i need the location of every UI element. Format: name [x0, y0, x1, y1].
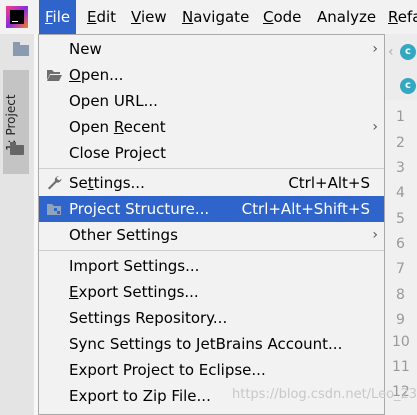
folder-icon	[10, 142, 24, 155]
menu-item-label: Export Project to Eclipse...	[69, 361, 266, 379]
line-number: 8	[396, 287, 405, 303]
menu-analyze[interactable]: Analyze	[311, 0, 382, 34]
file-menu-dropdown: New › Open... Open URL... Open Recent › …	[38, 34, 385, 415]
menu-item-label: New	[69, 40, 102, 58]
line-number: 9	[396, 312, 405, 328]
watermark-text: https://blog.csdn.net/Leo_2330	[232, 387, 417, 402]
menu-item-open[interactable]: Open...	[39, 62, 384, 88]
menu-item-export-settings[interactable]: Export Settings...	[39, 279, 384, 305]
menu-navigate[interactable]: Navigate	[176, 0, 255, 34]
menu-code[interactable]: Code	[257, 0, 307, 34]
menu-item-import-settings[interactable]: Import Settings...	[39, 253, 384, 279]
class-file-icon[interactable]: c	[400, 44, 416, 60]
line-number: 6	[396, 236, 405, 252]
menu-item-close-project[interactable]: Close Project	[39, 140, 384, 166]
menu-edit[interactable]: Edit	[81, 0, 122, 34]
menu-item-shortcut: Ctrl+Alt+S	[288, 174, 370, 192]
menu-item-label: Other Settings	[69, 226, 178, 244]
menu-item-label: Import Settings...	[69, 257, 200, 275]
wrench-icon	[48, 175, 62, 190]
line-number: 7	[396, 261, 405, 277]
menu-item-label: Export to Zip File...	[69, 387, 211, 405]
class-file-icon[interactable]: c	[400, 78, 416, 94]
project-structure-icon	[47, 204, 61, 215]
menu-item-label: Settings Repository...	[69, 309, 228, 327]
menu-item-label: Open Recent	[69, 118, 166, 136]
line-number: 5	[396, 211, 405, 227]
menu-item-label: Settings...	[69, 174, 145, 192]
menu-item-label: Open URL...	[69, 92, 158, 110]
submenu-arrow-icon: ›	[372, 41, 378, 57]
menu-item-open-url[interactable]: Open URL...	[39, 88, 384, 114]
chevron-left-icon[interactable]: ‹	[388, 44, 394, 60]
menu-item-settings[interactable]: Settings... Ctrl+Alt+S	[39, 170, 384, 196]
line-number: 2	[396, 135, 405, 151]
menu-separator	[39, 168, 384, 169]
project-folder-icon[interactable]	[13, 42, 29, 56]
menu-item-other-settings[interactable]: Other Settings ›	[39, 222, 384, 248]
menu-view[interactable]: View	[125, 0, 173, 34]
line-number: 4	[396, 185, 405, 201]
menu-item-export-project-eclipse[interactable]: Export Project to Eclipse...	[39, 357, 384, 383]
menu-separator	[39, 250, 384, 251]
menu-item-shortcut: Ctrl+Alt+Shift+S	[241, 200, 370, 218]
line-number: 11	[392, 359, 410, 375]
menu-item-new[interactable]: New ›	[39, 36, 384, 62]
menu-refactor[interactable]: Refa	[382, 0, 417, 34]
line-number: 3	[396, 160, 405, 176]
submenu-arrow-icon: ›	[372, 119, 378, 135]
menu-file[interactable]: File	[39, 0, 77, 34]
menu-item-settings-repository[interactable]: Settings Repository...	[39, 305, 384, 331]
intellij-logo-icon[interactable]	[6, 6, 28, 28]
menu-item-sync-settings[interactable]: Sync Settings to JetBrains Account...	[39, 331, 384, 357]
line-number: 1	[396, 109, 405, 125]
menu-item-label: Export Settings...	[69, 283, 199, 301]
menu-item-label: Project Structure...	[69, 200, 210, 218]
line-number: 10	[392, 334, 410, 350]
menu-item-label: Close Project	[69, 144, 166, 162]
menu-bar: File Edit View Navigate Code Analyze Ref…	[0, 0, 417, 35]
menu-item-label: Open...	[69, 66, 124, 84]
menu-item-open-recent[interactable]: Open Recent ›	[39, 114, 384, 140]
menu-item-label: Sync Settings to JetBrains Account...	[69, 335, 343, 353]
submenu-arrow-icon: ›	[372, 227, 378, 243]
menu-item-project-structure[interactable]: Project Structure... Ctrl+Alt+Shift+S	[39, 196, 384, 222]
open-folder-icon	[47, 70, 62, 81]
